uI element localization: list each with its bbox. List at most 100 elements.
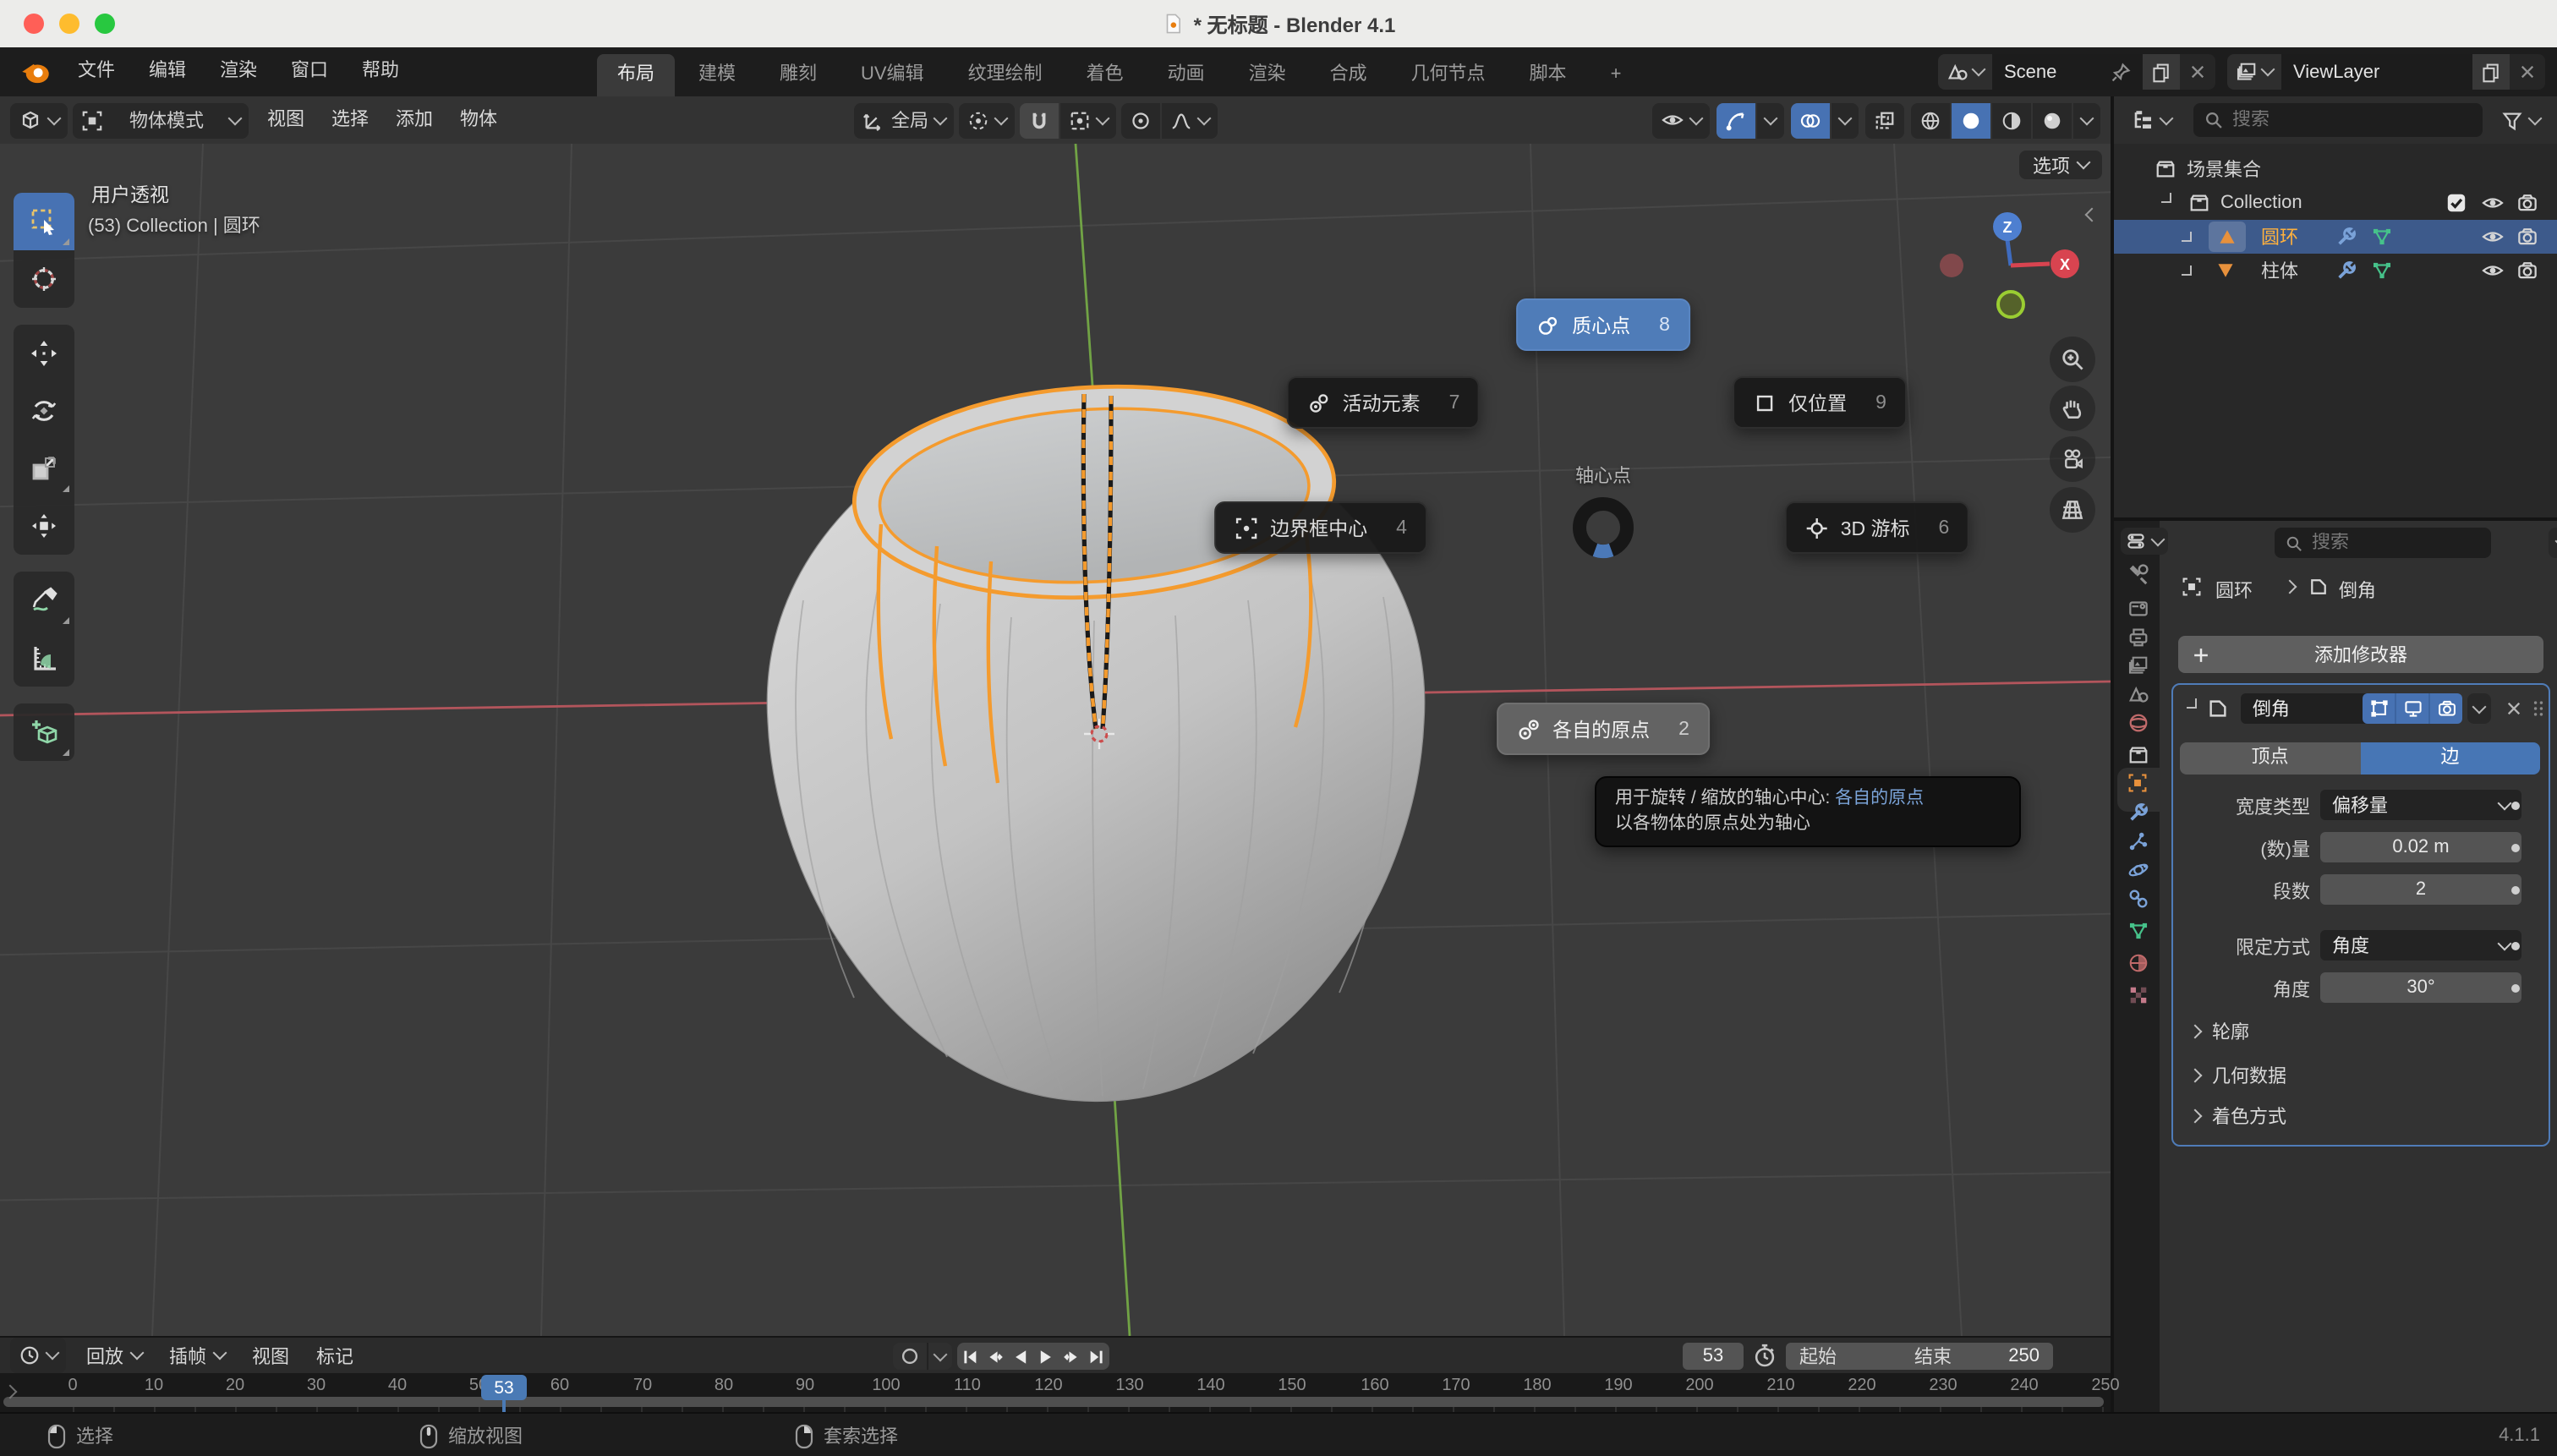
collapsed-section[interactable]: 几何数据	[2190, 1060, 2286, 1091]
pie-item-active-element[interactable]: 活动元素 7	[1287, 376, 1481, 429]
autokey-dropdown[interactable]	[927, 1343, 952, 1370]
workspace-tab[interactable]: 合成	[1310, 54, 1388, 96]
viewport-canvas[interactable]: 用户透视 (53) Collection | 圆环 选项	[0, 144, 2111, 1336]
gizmos-dropdown[interactable]	[1757, 102, 1784, 138]
snap-settings-dropdown[interactable]	[1060, 102, 1116, 138]
hide-eye-icon[interactable]	[2481, 225, 2505, 249]
workspace-tab[interactable]: 脚本	[1509, 54, 1587, 96]
properties-search[interactable]	[2275, 528, 2491, 558]
workspace-tab[interactable]: 几何节点	[1391, 54, 1506, 96]
scene-new-button[interactable]	[2143, 54, 2180, 90]
outliner-display-mode-dropdown[interactable]	[2122, 102, 2180, 138]
shading-material-button[interactable]	[1992, 102, 2031, 138]
timeline-ruler[interactable]: 0 10 20 30 40 50 60 70 80 90 100 110 120…	[0, 1373, 2111, 1412]
axis-minus-y-ball[interactable]	[1998, 292, 2023, 317]
scene-name-field[interactable]: Scene	[1992, 54, 2143, 90]
tab-object-data-icon[interactable]	[2126, 918, 2149, 942]
viewlayer-remove-button[interactable]	[2510, 54, 2545, 90]
current-frame-field[interactable]: 53	[1683, 1343, 1744, 1370]
timeline-scrollbar[interactable]	[3, 1397, 2104, 1407]
shading-rendered-button[interactable]	[2033, 102, 2072, 138]
collapsed-section[interactable]: 轮廓	[2190, 1016, 2249, 1047]
mode-selector[interactable]: 物体模式	[73, 102, 249, 138]
outliner-row-collection[interactable]: Collection	[2114, 186, 2557, 220]
workspace-tab[interactable]: 动画	[1147, 54, 1225, 96]
pie-center-widget[interactable]	[1566, 490, 1640, 565]
pin-icon[interactable]	[2111, 62, 2131, 82]
playhead-badge[interactable]: 53	[481, 1375, 527, 1400]
field-widget[interactable]: 2	[2320, 874, 2521, 905]
tool-move[interactable]	[14, 325, 74, 382]
delete-modifier-icon[interactable]	[2505, 699, 2523, 718]
menu-item[interactable]: 窗口	[274, 47, 345, 96]
tool-measure[interactable]	[14, 629, 74, 687]
field-widget[interactable]: 0.02 m	[2320, 832, 2521, 862]
tab-edges[interactable]: 边	[2360, 742, 2540, 775]
tool-annotate[interactable]	[14, 572, 74, 629]
collapse-panel-arrow[interactable]	[2187, 698, 2197, 709]
pivot-point-dropdown[interactable]	[959, 102, 1015, 138]
camera-view-button[interactable]	[2050, 436, 2095, 482]
tool-transform[interactable]	[14, 497, 74, 555]
tool-add-primitive[interactable]	[14, 703, 74, 761]
tab-object-icon[interactable]	[2126, 771, 2149, 795]
pan-hand-button[interactable]	[2050, 386, 2095, 431]
outliner-search-input[interactable]	[2232, 110, 2472, 130]
modifier-name-field[interactable]: 倒角	[2241, 693, 2373, 724]
field-widget[interactable]: 30°	[2320, 972, 2521, 1003]
previous-keyframe-button[interactable]	[983, 1343, 1008, 1370]
viewport-menu-item[interactable]: 视图	[254, 96, 318, 144]
shading-wireframe-button[interactable]	[1911, 102, 1950, 138]
tab-tool-icon[interactable]	[2126, 561, 2149, 585]
tab-physics-icon[interactable]	[2126, 857, 2149, 881]
menu-item[interactable]: 编辑	[132, 47, 203, 96]
drag-handle-icon[interactable]	[2528, 698, 2549, 719]
workspace-tab[interactable]: +	[1591, 54, 1642, 96]
pie-item-3d-cursor[interactable]: 3D 游标 6	[1785, 501, 1970, 554]
shading-dropdown[interactable]	[2073, 102, 2100, 138]
zoom-button[interactable]	[2050, 337, 2095, 382]
breadcrumb-modifier[interactable]: 倒角	[2339, 577, 2376, 604]
mesh-object-barrel[interactable]	[767, 375, 1425, 1101]
xray-toggle[interactable]	[1865, 102, 1904, 138]
toggle-realtime-display[interactable]	[2395, 693, 2428, 724]
tool-scale[interactable]	[14, 440, 74, 497]
shading-solid-button[interactable]	[1952, 102, 1990, 138]
editor-type-button[interactable]	[10, 102, 68, 138]
pie-item-individual-origins[interactable]: 各自的原点 2	[1497, 703, 1710, 755]
animate-dot[interactable]	[2511, 984, 2520, 993]
disable-render-camera-icon[interactable]	[2516, 226, 2538, 248]
modifier-extras-dropdown[interactable]	[2467, 693, 2491, 724]
tab-constraints-icon[interactable]	[2126, 886, 2149, 910]
animate-dot[interactable]	[2511, 886, 2520, 895]
axis-minus-x-ball[interactable]	[1940, 254, 1963, 277]
tab-texture-icon[interactable]	[2126, 983, 2149, 1006]
toggle-editmode-display[interactable]	[2363, 693, 2395, 724]
tab-material-icon[interactable]	[2126, 950, 2149, 974]
timeline-menu-item[interactable]: 视图	[238, 1342, 303, 1369]
tab-vertices[interactable]: 顶点	[2180, 742, 2360, 775]
overlays-toggle[interactable]	[1791, 102, 1830, 138]
tool-cursor[interactable]	[14, 250, 74, 308]
field-widget[interactable]: 偏移量	[2320, 790, 2521, 820]
workspace-tab[interactable]: UV编辑	[840, 54, 945, 96]
options-dropdown[interactable]: 选项	[2019, 151, 2102, 179]
tab-render-icon[interactable]	[2126, 595, 2149, 619]
play-reverse-button[interactable]	[1008, 1343, 1033, 1370]
tool-select-box[interactable]	[14, 193, 74, 250]
blender-logo-icon[interactable]	[20, 57, 51, 87]
field-widget[interactable]: 角度	[2320, 930, 2521, 961]
exclude-checkbox-icon[interactable]	[2445, 192, 2467, 214]
proportional-edit-toggle[interactable]	[1121, 102, 1160, 138]
disable-render-camera-icon[interactable]	[2516, 260, 2538, 282]
jump-to-start-button[interactable]	[957, 1343, 983, 1370]
workspace-tab[interactable]: 雕刻	[759, 54, 837, 96]
jump-to-end-button[interactable]	[1084, 1343, 1109, 1370]
close-window-button[interactable]	[24, 14, 44, 34]
menu-item[interactable]: 帮助	[345, 47, 416, 96]
proportional-falloff-dropdown[interactable]	[1162, 102, 1218, 138]
collapse-arrow-icon[interactable]	[2182, 265, 2192, 276]
snap-toggle[interactable]	[1020, 102, 1059, 138]
orthographic-toggle-button[interactable]	[2050, 487, 2095, 533]
tab-world-icon[interactable]	[2126, 710, 2149, 734]
